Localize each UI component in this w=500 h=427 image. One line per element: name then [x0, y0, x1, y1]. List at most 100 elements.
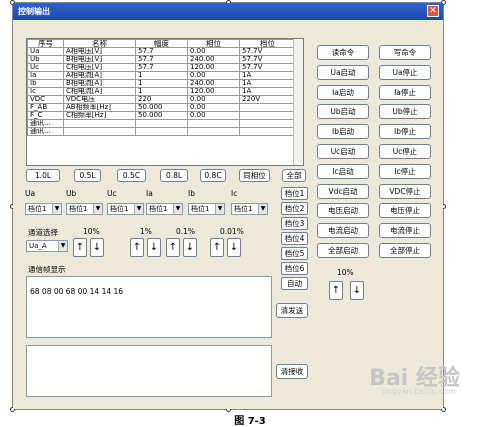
right-command-button[interactable]: Ic停止 [379, 163, 431, 179]
gear-button[interactable]: 档位2 [281, 202, 308, 215]
watermark-url: jingyan.baidu.com [382, 387, 456, 396]
right-command-button[interactable]: Ib启动 [317, 124, 369, 140]
table-cell: Ia [27, 71, 64, 80]
channel-label: Ua [25, 189, 36, 198]
table-row[interactable]: 通讯... [27, 119, 296, 128]
clear-receive-button[interactable]: 清接收 [276, 364, 308, 379]
right-down-button[interactable]: ↓ [350, 281, 364, 300]
chevron-down-icon[interactable]: ▼ [258, 204, 267, 214]
receive-display[interactable] [26, 345, 272, 397]
gear-select[interactable]: 档位1 ▼ [107, 203, 144, 215]
step-label: 0.1% [176, 227, 196, 236]
gear-select[interactable]: 档位1 ▼ [188, 203, 225, 215]
range-button[interactable]: 0.8L [160, 169, 188, 182]
gear-button[interactable]: 档位5 [281, 247, 308, 260]
column-header: 名称 [63, 39, 136, 48]
right-command-button[interactable]: Ua启动 [317, 64, 369, 80]
gear-button[interactable]: 档位6 [281, 262, 308, 275]
table-cell: 57.7 [135, 47, 188, 56]
right-command-button[interactable]: Ub启动 [317, 104, 369, 120]
range-button[interactable]: 0.5L [74, 169, 101, 182]
clear-send-button[interactable]: 清发送 [276, 303, 308, 318]
table-cell: 240.00 [187, 79, 240, 88]
range-button[interactable]: 全部 [282, 169, 306, 182]
range-button[interactable]: 0.5C [117, 169, 146, 182]
chevron-down-icon[interactable]: ▼ [93, 204, 102, 214]
vertical-scrollbar[interactable] [293, 39, 303, 165]
table-row[interactable]: F_AB AB相频率[Hz] 50.000 0.00 [27, 103, 296, 112]
right-command-button[interactable]: 电压启动 [317, 203, 369, 219]
range-button[interactable]: 同相位 [239, 169, 270, 182]
table-cell [187, 127, 240, 136]
right-command-button[interactable]: 全部停止 [379, 243, 431, 258]
chevron-down-icon[interactable]: ▼ [173, 204, 182, 214]
right-command-button[interactable]: 写命令 [379, 45, 431, 60]
table-row[interactable]: Ua A相电压[V] 57.7 0.00 57.7V [27, 47, 296, 56]
table-cell: 57.7V [239, 47, 296, 56]
gear-select[interactable]: 档位1 ▼ [25, 203, 62, 215]
table-cell [239, 111, 296, 120]
right-command-button[interactable]: VDC停止 [379, 183, 431, 199]
table-row[interactable]: 通讯... [27, 127, 296, 136]
right-command-button[interactable]: Ib停止 [379, 124, 431, 140]
right-command-button[interactable]: Ic启动 [317, 163, 369, 179]
step-up-button[interactable]: ↑ [210, 238, 224, 257]
comm-display[interactable]: 68 08 00 68 00 14 14 16 [26, 276, 272, 338]
right-command-button[interactable]: Ia启动 [317, 84, 369, 100]
table-row[interactable]: Ub B相电压[V] 57.7 240.00 57.7V [27, 55, 296, 64]
chevron-down-icon[interactable]: ▼ [215, 204, 224, 214]
step-label: 0.01% [220, 227, 244, 236]
range-button[interactable]: 1.0L [26, 169, 60, 182]
right-command-button[interactable]: 电压停止 [379, 203, 431, 219]
gear-button[interactable]: 自动 [281, 277, 308, 290]
right-command-button[interactable]: 读命令 [317, 45, 369, 60]
step-up-button[interactable]: ↑ [130, 238, 144, 257]
right-command-button[interactable]: 全部启动 [317, 243, 369, 258]
table-cell: 57.7 [135, 55, 188, 64]
right-command-button[interactable]: 电流停止 [379, 223, 431, 239]
table-row[interactable]: Ic C相电流[A] 1 120.00 1A [27, 87, 296, 96]
table-row[interactable]: Ib B相电流[A] 1 240.00 1A [27, 79, 296, 88]
chevron-down-icon[interactable]: ▼ [58, 241, 67, 251]
right-command-button[interactable]: Ua停止 [379, 64, 431, 80]
gear-button[interactable]: 档位1 [281, 187, 308, 200]
right-command-button[interactable]: 电流启动 [317, 223, 369, 239]
step-up-button[interactable]: ↑ [73, 238, 87, 257]
gear-button[interactable]: 档位4 [281, 232, 308, 245]
table-cell: 1A [239, 79, 296, 88]
channel-label: Uc [107, 189, 117, 198]
chevron-down-icon[interactable]: ▼ [134, 204, 143, 214]
gear-select[interactable]: 档位1 ▼ [231, 203, 268, 215]
right-command-button[interactable]: Ub停止 [379, 104, 431, 120]
table-row[interactable]: F_C C相频率[Hz] 50.000 0.00 [27, 111, 296, 120]
gear-button[interactable]: 档位3 [281, 217, 308, 230]
channel-label: Ib [188, 189, 195, 198]
right-up-button[interactable]: ↑ [329, 281, 343, 300]
step-down-button[interactable]: ↓ [227, 238, 241, 257]
table-cell: 57.7V [239, 63, 296, 72]
parameter-table[interactable]: 序号 名称 幅度 相位 档位 Ua A相电压[V] 57.7 0.00 57.7V Ub B相电压[… [26, 38, 304, 166]
table-row[interactable]: Uc C相电压[V] 57.7 120.00 57.7V [27, 63, 296, 72]
step-down-button[interactable]: ↓ [183, 238, 197, 257]
step-down-button[interactable]: ↓ [90, 238, 104, 257]
gear-select[interactable]: 档位1 ▼ [146, 203, 183, 215]
right-command-button[interactable]: Ia停止 [379, 84, 431, 100]
step-down-button[interactable]: ↓ [147, 238, 161, 257]
right-command-button[interactable]: Uc停止 [379, 144, 431, 159]
channel-select-value: Ua_A [29, 242, 47, 250]
right-command-button[interactable]: Uc启动 [317, 144, 369, 159]
table-header: 序号 名称 幅度 相位 档位 [27, 39, 296, 48]
table-cell [239, 119, 296, 128]
table-cell: 1 [135, 87, 188, 96]
right-step-label: 10% [337, 268, 354, 277]
close-button[interactable]: ✕ [427, 5, 439, 17]
range-button[interactable]: 0.8C [200, 169, 226, 182]
table-row[interactable]: Ia A相电流[A] 1 0.00 1A [27, 71, 296, 80]
chevron-down-icon[interactable]: ▼ [52, 204, 61, 214]
step-up-button[interactable]: ↑ [166, 238, 180, 257]
table-cell: VDC [27, 95, 64, 104]
right-command-button[interactable]: Vdc启动 [317, 183, 369, 199]
channel-select[interactable]: Ua_A ▼ [26, 240, 68, 252]
gear-select[interactable]: 档位1 ▼ [66, 203, 103, 215]
table-row[interactable]: VDC VDC电压 220 0.00 220V [27, 95, 296, 104]
